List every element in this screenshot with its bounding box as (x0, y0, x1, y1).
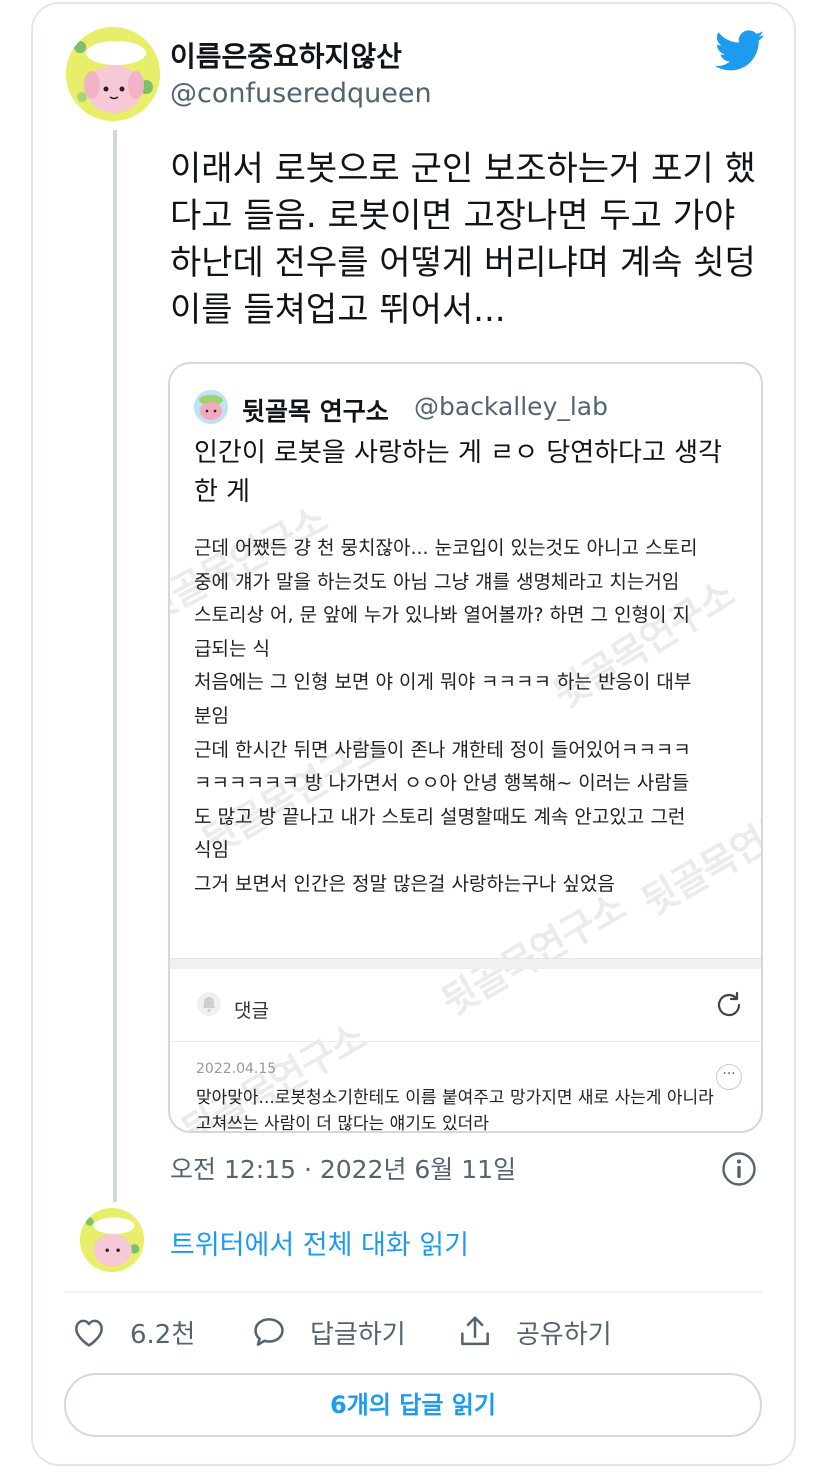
read-replies-button[interactable]: 6개의 답글 읽기 (64, 1373, 762, 1437)
share-label: 공유하기 (516, 1319, 612, 1350)
like-count: 6.2천 (130, 1319, 196, 1350)
tweet-text: 이래서 로봇으로 군인 보조하는거 포기 했다고 들음. 로봇이면 고장나면 두… (170, 149, 756, 330)
heart-icon (75, 1319, 103, 1347)
reply-button[interactable]: 답글하기 (250, 1310, 406, 1354)
info-icon[interactable] (721, 1151, 757, 1187)
image-text-line: 스토리상 어, 문 앞에 누가 있나봐 열어볼까? 하면 그 인형이 지 (194, 604, 691, 627)
reply-bubble-icon (254, 1318, 284, 1346)
image-text-line: 급되는 식 (194, 637, 270, 660)
image-text-line: 도 많고 방 끝나고 내가 스토리 설명할때도 계속 안고있고 그런 (194, 805, 686, 828)
image-section-separator (170, 958, 761, 969)
image-text-line: 중에 걔가 말을 하는것도 아님 그냥 걔를 생명체라고 치는거임 (194, 570, 680, 593)
comment-divider (170, 1041, 761, 1042)
image-text-line: 식임 (194, 839, 229, 862)
like-button[interactable]: 6.2천 (70, 1310, 195, 1354)
image-text-line: ㅋㅋㅋㅋㅋㅋ 방 나가면서 ㅇㅇ아 안녕 행복해~ 이러는 사람들 (194, 772, 690, 795)
image-text-line: 근데 한시간 뒤면 사람들이 존나 걔한테 정이 들어있어ㅋㅋㅋㅋ (194, 738, 691, 761)
author-avatar[interactable] (66, 27, 160, 121)
comment-label: 댓글 (234, 1000, 269, 1022)
refresh-icon (717, 991, 741, 1017)
image-text-line: 그거 보면서 인간은 정말 많은걸 사랑하는구나 싶었음 (194, 872, 615, 895)
read-full-conversation-link[interactable]: 트위터에서 전체 대화 읽기 (170, 1223, 469, 1262)
thread-line (113, 130, 117, 1202)
quoted-image-text: 근데 어쨌든 걍 천 뭉치잖아... 눈코입이 있는것도 아니고 스토리 중에 … (194, 532, 744, 902)
quoted-author-handle: @backalley_lab (414, 392, 608, 421)
author-handle[interactable]: @confuseredqueen (170, 78, 432, 109)
reply-label: 답글하기 (310, 1319, 406, 1350)
twitter-bird-icon[interactable] (715, 30, 765, 72)
author-name[interactable]: 이름은중요하지않산 (170, 35, 402, 75)
comment-text: 맞아맞아...로봇청소기한테도 이름 붙여주고 망가지면 새로 사는게 아니라 … (196, 1088, 714, 1133)
quoted-author-avatar[interactable] (194, 390, 228, 424)
share-button[interactable]: 공유하기 (456, 1310, 612, 1354)
image-text-line: 처음에는 그 인형 보면 야 이게 뭐야 ㅋㅋㅋㅋ 하는 반응이 대부 (194, 671, 692, 694)
action-divider (64, 1291, 762, 1293)
quoted-tweet[interactable]: 뒷골목 연구소 @backalley_lab 인간이 로봇을 사랑하는 게 ㄹㅇ… (168, 362, 763, 1133)
quoted-author-name: 뒷골목 연구소 (242, 397, 389, 426)
reply-author-avatar[interactable] (80, 1208, 144, 1272)
comment-date: 2022.04.15 (196, 1061, 277, 1077)
quoted-tweet-text: 인간이 로봇을 사랑하는 게 ㄹㅇ 당연하다고 생각한 게 (194, 438, 722, 507)
share-icon (461, 1316, 489, 1346)
image-text-line: 근데 어쨌든 걍 천 뭉치잖아... 눈코입이 있는것도 아니고 스토리 (194, 537, 698, 559)
tweet-timestamp[interactable]: 오전 12:15 · 2022년 6월 11일 (170, 1150, 516, 1186)
image-text-line: 분임 (194, 704, 229, 727)
bell-icon (197, 992, 221, 1016)
